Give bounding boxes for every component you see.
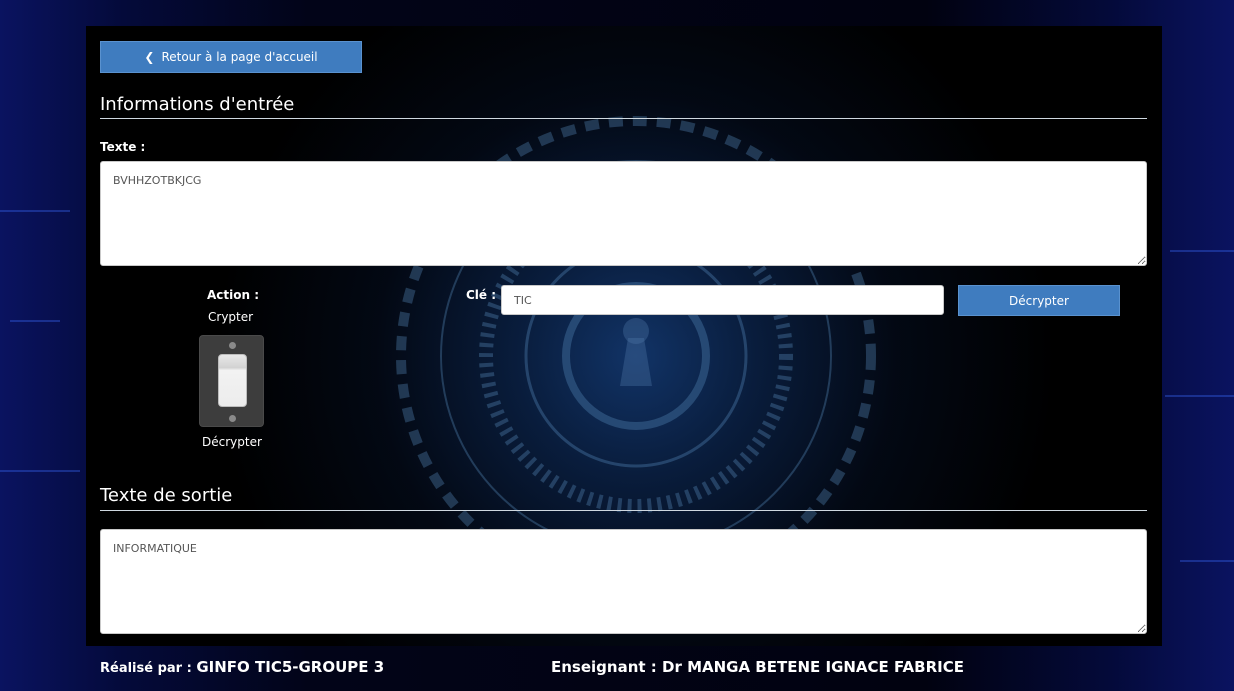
crypter-option-label: Crypter [208,310,254,324]
back-button-label: Retour à la page d'accueil [161,50,318,64]
teacher-credit: Enseignant : Dr MANGA BETENE IGNACE FABR… [551,658,964,676]
output-text-area[interactable]: INFORMATIQUE [100,529,1147,634]
decrypt-button[interactable]: Décrypter [958,285,1120,316]
input-text-area[interactable]: BVHHZOTBKJCG [100,161,1147,266]
key-input[interactable] [501,285,944,315]
chevron-left-icon: ❮ [144,50,155,64]
text-label: Texte : [100,140,146,154]
input-section-title: Informations d'entrée [100,94,295,115]
author-credit: Réalisé par : GINFO TIC5-GROUPE 3 [100,658,384,676]
output-section-title: Texte de sortie [100,485,233,506]
author-prefix: Réalisé par : [100,661,197,676]
encrypt-decrypt-toggle[interactable] [199,335,264,427]
action-label: Action : [207,288,260,302]
switch-screw-bottom [229,415,236,422]
key-label: Clé : [466,288,497,302]
author-value: GINFO TIC5-GROUPE 3 [196,658,385,676]
input-section-divider [100,118,1147,119]
back-to-home-button[interactable]: ❮ Retour à la page d'accueil [100,41,362,73]
decrypter-option-label: Décrypter [202,435,262,449]
output-section-divider [100,510,1147,511]
switch-screw-top [229,342,236,349]
switch-lever [218,354,247,407]
